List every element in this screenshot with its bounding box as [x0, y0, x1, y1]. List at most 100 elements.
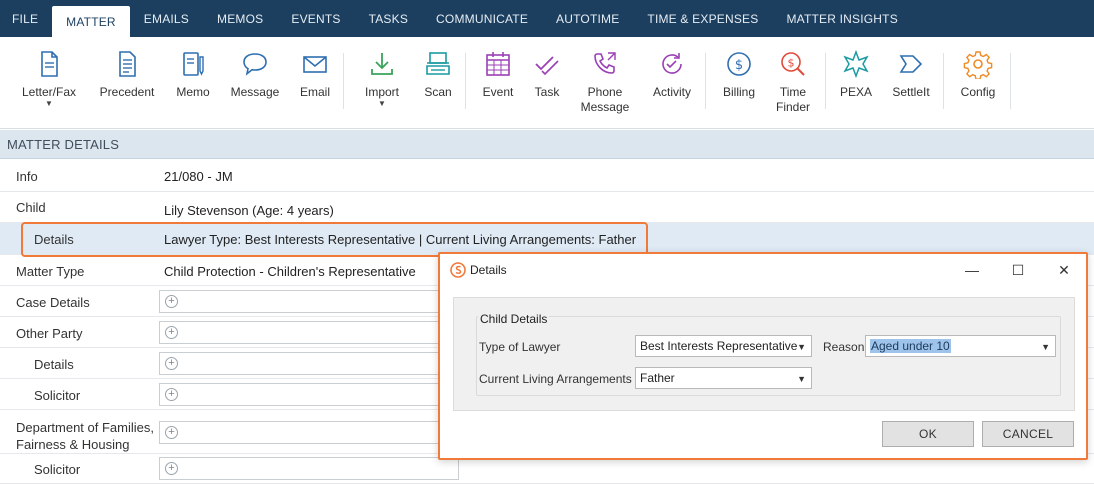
import-label: Import	[364, 85, 399, 99]
type-of-lawyer-select[interactable]: Best Interests Representative ▼	[635, 335, 812, 357]
email-label: Email	[299, 85, 330, 99]
tab-time-expenses[interactable]: TIME & EXPENSES	[633, 0, 772, 37]
event-label: Event	[482, 85, 514, 99]
close-icon[interactable]: ✕	[1050, 259, 1078, 281]
settleit-label: SettleIt	[892, 85, 930, 99]
letter-fax-button[interactable]: Letter/Fax ▼	[14, 49, 84, 108]
tab-communicate[interactable]: COMMUNICATE	[422, 0, 542, 37]
phone-message-label-1: Phone	[587, 85, 623, 99]
speech-bubble-icon	[243, 53, 267, 76]
phone-message-button[interactable]: Phone Message	[570, 49, 640, 115]
child-details-group-title: Child Details	[478, 312, 550, 326]
email-button[interactable]: Email	[280, 49, 350, 100]
dollar-circle-icon: $	[727, 52, 751, 76]
scan-label: Scan	[424, 85, 452, 99]
child-label: Child	[16, 200, 46, 215]
tab-events[interactable]: EVENTS	[277, 0, 354, 37]
department-solicitor-field[interactable]: +	[159, 457, 459, 480]
dialog-title: Details	[470, 263, 507, 277]
minimize-icon[interactable]: —	[958, 259, 986, 281]
living-arrangements-value: Father	[640, 371, 675, 385]
department-label-1: Department of Families,	[16, 420, 154, 435]
other-party-label: Other Party	[16, 326, 83, 341]
download-icon	[371, 53, 393, 75]
chevron-down-icon[interactable]: ▼	[797, 369, 806, 389]
task-checkmark-icon	[535, 56, 559, 76]
maximize-icon[interactable]: ☐	[1004, 259, 1032, 281]
arrow-right-icon	[899, 55, 923, 73]
add-circle-icon[interactable]: +	[165, 357, 178, 370]
add-circle-icon[interactable]: +	[165, 462, 178, 475]
chevron-down-icon: ▼	[45, 99, 53, 108]
message-label: Message	[230, 85, 280, 99]
child-value[interactable]: Lily Stevenson (Age: 4 years)	[164, 203, 334, 218]
config-button[interactable]: Config	[943, 49, 1013, 100]
memo-icon	[183, 52, 204, 76]
department-label-2: Fairness & Housing	[16, 437, 130, 452]
tab-file[interactable]: FILE	[0, 0, 52, 37]
time-finder-button[interactable]: $ Time Finder	[758, 49, 828, 115]
tab-memos[interactable]: MEMOS	[203, 0, 277, 37]
svg-text:$: $	[735, 58, 743, 73]
other-party-details-field[interactable]: +	[159, 352, 459, 375]
calendar-icon	[486, 52, 510, 76]
app-logo-icon	[450, 262, 466, 278]
time-finder-label-2: Finder	[775, 100, 810, 114]
tab-matter-insights[interactable]: MATTER INSIGHTS	[772, 0, 911, 37]
precedent-label: Precedent	[99, 85, 155, 99]
info-value[interactable]: 21/080 - JM	[164, 169, 233, 184]
letter-fax-label: Letter/Fax	[21, 85, 77, 99]
letter-icon	[41, 51, 58, 77]
top-tab-bar: FILE MATTER EMAILS MEMOS EVENTS TASKS CO…	[0, 0, 1094, 37]
department-solicitor-label: Solicitor	[34, 462, 81, 477]
pexa-star-icon	[843, 49, 869, 79]
tab-emails[interactable]: EMAILS	[130, 0, 203, 37]
case-details-label: Case Details	[16, 295, 90, 310]
living-arrangements-label: Current Living Arrangements	[479, 372, 632, 386]
cancel-button[interactable]: CANCEL	[982, 421, 1074, 447]
matter-type-value[interactable]: Child Protection - Children's Representa…	[164, 264, 416, 279]
type-of-lawyer-label: Type of Lawyer	[479, 340, 561, 354]
precedent-button[interactable]: Precedent	[92, 49, 162, 100]
add-circle-icon[interactable]: +	[165, 326, 178, 339]
task-label: Task	[534, 85, 560, 99]
memo-label: Memo	[176, 85, 210, 99]
reason-value: Aged under 10	[870, 339, 951, 353]
details-dialog: Details — ☐ ✕ Child Details Type of Lawy…	[438, 252, 1088, 460]
add-circle-icon[interactable]: +	[165, 295, 178, 308]
settleit-button[interactable]: SettleIt	[876, 49, 946, 100]
type-of-lawyer-value: Best Interests Representative	[640, 339, 798, 353]
scanner-icon	[426, 52, 450, 75]
detail-row-child: Child Lily Stevenson (Age: 4 years)	[0, 192, 1094, 223]
tab-tasks[interactable]: TASKS	[355, 0, 422, 37]
case-details-field[interactable]: +	[159, 290, 459, 313]
billing-label: Billing	[722, 85, 755, 99]
pexa-label: PEXA	[839, 85, 872, 99]
other-party-field[interactable]: +	[159, 321, 459, 344]
reason-label: Reason	[823, 340, 865, 354]
tab-matter[interactable]: MATTER	[52, 6, 130, 37]
other-party-solicitor-label: Solicitor	[34, 388, 81, 403]
search-dollar-icon: $	[781, 52, 805, 76]
gear-icon	[963, 51, 993, 79]
living-arrangements-select[interactable]: Father ▼	[635, 367, 812, 389]
other-party-solicitor-field[interactable]: +	[159, 383, 459, 406]
reason-select[interactable]: Aged under 10 ▼	[865, 335, 1056, 357]
time-finder-label-1: Time	[779, 85, 807, 99]
precedent-document-icon	[119, 51, 136, 77]
chevron-down-icon: ▼	[378, 99, 386, 108]
add-circle-icon[interactable]: +	[165, 426, 178, 439]
ok-button[interactable]: OK	[882, 421, 974, 447]
add-circle-icon[interactable]: +	[165, 388, 178, 401]
tab-autotime[interactable]: AUTOTIME	[542, 0, 633, 37]
other-party-details-label: Details	[34, 357, 74, 372]
dialog-body: Child Details Type of Lawyer Best Intere…	[453, 297, 1075, 411]
detail-row-info: Info 21/080 - JM	[0, 160, 1094, 192]
ribbon-separator	[343, 53, 344, 109]
memo-button[interactable]: Memo	[158, 49, 228, 100]
chevron-down-icon[interactable]: ▼	[797, 337, 806, 357]
department-field[interactable]: +	[159, 421, 459, 444]
config-label: Config	[960, 85, 996, 99]
chevron-down-icon[interactable]: ▼	[1041, 337, 1050, 357]
activity-button[interactable]: Activity	[637, 49, 707, 100]
